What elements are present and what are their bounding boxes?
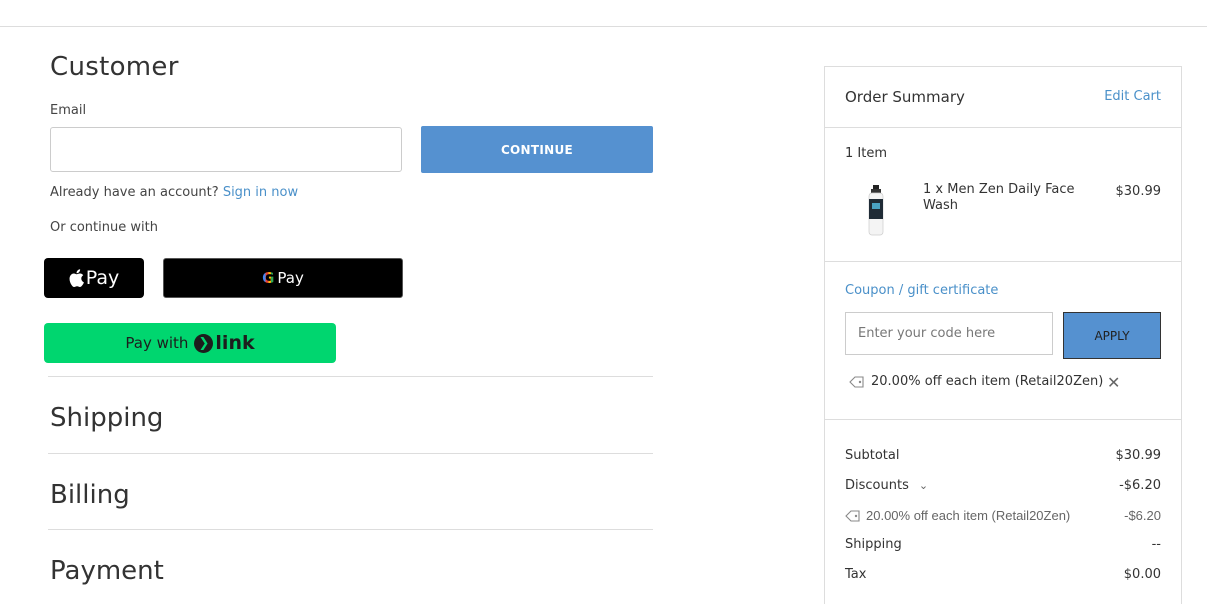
- order-summary-panel: Order Summary Edit Cart 1 Item 1 x Men Z…: [824, 66, 1182, 604]
- discount-detail: 20.00% off each item (Retail20Zen): [845, 508, 1070, 523]
- email-label: Email: [50, 103, 87, 118]
- tag-icon: [849, 375, 864, 388]
- chevron-down-icon[interactable]: ⌄: [919, 479, 928, 492]
- product-price: $30.99: [1115, 184, 1162, 199]
- applied-coupon: 20.00% off each item (Retail20Zen): [849, 374, 1103, 389]
- subtotal-value: $30.99: [1115, 448, 1162, 463]
- remove-coupon-icon[interactable]: ✕: [1107, 373, 1120, 392]
- tag-icon: [845, 509, 860, 522]
- items-count: 1 Item: [845, 146, 887, 161]
- applied-coupon-text: 20.00% off each item (Retail20Zen): [871, 374, 1104, 389]
- section-divider: [48, 376, 653, 377]
- summary-divider: [825, 261, 1181, 262]
- discount-detail-value: -$6.20: [1124, 508, 1161, 523]
- discounts-value: -$6.20: [1119, 478, 1161, 493]
- billing-heading[interactable]: Billing: [50, 480, 130, 510]
- shipping-value: --: [1151, 537, 1161, 552]
- apple-icon: [69, 269, 84, 287]
- link-arrow-icon: ❯: [194, 333, 214, 353]
- product-image: [868, 185, 884, 236]
- continue-button[interactable]: CONTINUE: [421, 126, 653, 173]
- or-continue-label: Or continue with: [50, 220, 158, 235]
- link-pay-button[interactable]: Pay with ❯ link: [44, 323, 336, 363]
- subtotal-row: Subtotal $30.99: [845, 448, 1161, 463]
- subtotal-label: Subtotal: [845, 448, 900, 463]
- account-prompt-text: Already have an account?: [50, 185, 219, 200]
- discounts-label: Discounts: [845, 478, 909, 493]
- shipping-heading[interactable]: Shipping: [50, 403, 163, 433]
- apple-pay-label: Pay: [85, 267, 120, 289]
- link-pay-prefix: Pay with: [125, 334, 189, 352]
- shipping-label: Shipping: [845, 537, 902, 552]
- discount-detail-label: 20.00% off each item (Retail20Zen): [866, 508, 1071, 523]
- edit-cart-link[interactable]: Edit Cart: [1104, 89, 1161, 104]
- account-prompt: Already have an account? Sign in now: [50, 185, 298, 200]
- google-pay-button[interactable]: G Pay: [163, 258, 403, 298]
- google-pay-label: Pay: [277, 269, 304, 287]
- discount-detail-row: 20.00% off each item (Retail20Zen) -$6.2…: [845, 508, 1161, 523]
- link-brand-text: link: [215, 332, 255, 354]
- order-summary-header: Order Summary Edit Cart: [825, 67, 1181, 128]
- google-g-icon: G: [262, 269, 275, 287]
- apply-coupon-button[interactable]: APPLY: [1063, 312, 1161, 359]
- checkout-main: Customer Email CONTINUE Already have an …: [0, 0, 800, 604]
- tax-label: Tax: [845, 567, 867, 582]
- customer-heading: Customer: [50, 52, 179, 82]
- discounts-toggle[interactable]: Discounts ⌄: [845, 478, 928, 493]
- product-name: 1 x Men Zen Daily Face Wash: [923, 182, 1075, 213]
- tax-row: Tax $0.00: [845, 567, 1161, 582]
- email-field[interactable]: [50, 127, 402, 172]
- shipping-row: Shipping --: [845, 537, 1161, 552]
- discounts-row[interactable]: Discounts ⌄ -$6.20: [845, 478, 1161, 493]
- summary-divider: [825, 419, 1181, 420]
- order-summary-title: Order Summary: [845, 88, 965, 106]
- section-divider: [48, 453, 653, 454]
- tax-value: $0.00: [1123, 567, 1161, 582]
- sign-in-link[interactable]: Sign in now: [223, 185, 298, 200]
- payment-heading[interactable]: Payment: [50, 556, 164, 586]
- section-divider: [48, 529, 653, 530]
- link-logo: ❯ link: [194, 332, 255, 354]
- apple-pay-button[interactable]: Pay: [44, 258, 144, 298]
- coupon-code-input[interactable]: [845, 312, 1053, 355]
- coupon-toggle-link[interactable]: Coupon / gift certificate: [845, 283, 998, 298]
